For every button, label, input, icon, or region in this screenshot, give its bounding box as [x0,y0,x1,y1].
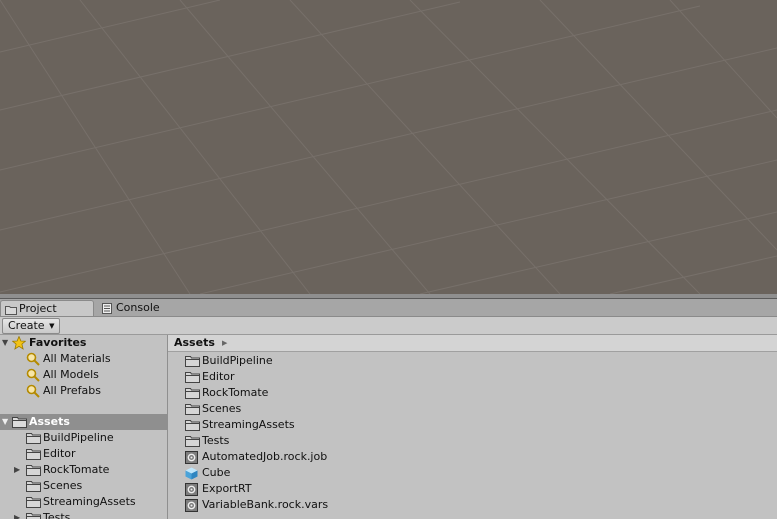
tree-item[interactable]: All Materials [0,351,167,367]
breadcrumb-arrow-icon: ▶ [222,339,228,347]
asset-item[interactable]: Cube [168,465,777,481]
expand-arrow-icon[interactable]: ▼ [2,414,8,430]
expand-arrow-icon[interactable]: ▼ [2,335,8,351]
asset-item[interactable]: AutomatedJob.rock.job [168,449,777,465]
asset-item[interactable]: Scenes [168,401,777,417]
tree-item-label: Tests [43,511,71,519]
asset-item-label: VariableBank.rock.vars [202,498,329,511]
asset-item-label: Editor [202,370,235,383]
asset-item[interactable]: Editor [168,369,777,385]
tree-item-label: All Models [43,368,99,381]
asset-item-label: AutomatedJob.rock.job [202,450,328,463]
asset-item[interactable]: Tests [168,433,777,449]
asset-item-label: BuildPipeline [202,354,273,367]
tree-item-label: All Prefabs [43,384,101,397]
folder-icon [26,512,41,519]
search-icon [26,384,40,403]
tab-console-label: Console [116,301,160,314]
asset-item-label: RockTomate [202,386,269,399]
tree-favorites[interactable]: ▼ Favorites [0,335,167,351]
asset-item-label: ExportRT [202,482,252,495]
breadcrumb: Assets ▶ [168,335,777,352]
tab-project-label: Project [19,302,57,315]
tree-item-label: Editor [43,447,76,460]
project-toolbar: Create ▼ [0,317,777,335]
tree-item[interactable]: All Prefabs [0,383,167,399]
asset-item-label: Scenes [202,402,242,415]
tree-item[interactable]: ▶ RockTomate [0,462,167,478]
asset-item-label: Cube [202,466,231,479]
tree-item[interactable]: All Models [0,367,167,383]
tree-item-label: RockTomate [43,463,110,476]
tree-favorites-label: Favorites [29,336,87,349]
tab-console[interactable]: Console [98,300,188,316]
tree-item[interactable]: Scenes [0,478,167,494]
asset-browser[interactable]: Assets ▶ BuildPipeline Editor RockTomate… [168,335,777,519]
asset-item-label: StreamingAssets [202,418,295,431]
tab-project[interactable]: Project [0,300,94,316]
tree-item-label: Scenes [43,479,83,492]
tree-item-label: All Materials [43,352,111,365]
tree-item-label: BuildPipeline [43,431,114,444]
asset-item[interactable]: BuildPipeline [168,353,777,369]
asset-item-label: Tests [202,434,230,447]
scriptable-object-icon [185,499,198,517]
dropdown-caret-icon: ▼ [49,322,55,330]
asset-item[interactable]: StreamingAssets [168,417,777,433]
asset-item[interactable]: VariableBank.rock.vars [168,497,777,513]
scene-view[interactable] [0,0,777,294]
breadcrumb-item[interactable]: Assets [174,335,215,351]
tab-bar: Project Console [0,299,777,317]
scene-grid [0,0,777,294]
create-button[interactable]: Create ▼ [2,318,60,334]
tree-item-label: StreamingAssets [43,495,136,508]
expand-arrow-icon[interactable]: ▶ [14,462,20,478]
tree-item[interactable]: BuildPipeline [0,430,167,446]
tree-assets[interactable]: ▼ Assets [0,414,167,430]
asset-item[interactable]: RockTomate [168,385,777,401]
tree-item[interactable]: ▶ Tests [0,510,167,519]
create-button-label: Create [8,319,45,332]
tree-item[interactable]: StreamingAssets [0,494,167,510]
expand-arrow-icon[interactable]: ▶ [14,510,20,519]
folder-tree[interactable]: ▼ Favorites All Materials All Models All… [0,335,168,519]
tree-item[interactable]: Editor [0,446,167,462]
tree-assets-label: Assets [29,415,70,428]
asset-item[interactable]: ExportRT [168,481,777,497]
